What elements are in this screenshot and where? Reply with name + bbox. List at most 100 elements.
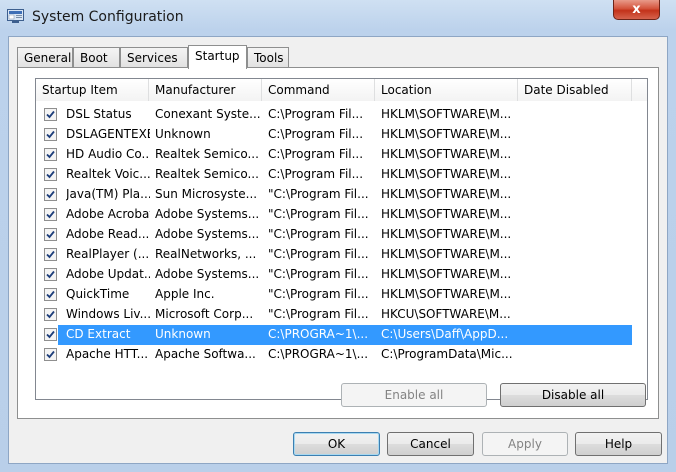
tab-general[interactable]: General bbox=[17, 47, 73, 67]
disable-all-button[interactable]: Disable all bbox=[500, 383, 646, 407]
cell-date-disabled bbox=[524, 127, 628, 145]
cell-command: "C:\Program Fil... bbox=[268, 307, 369, 321]
cell-command: "C:\Program Fil... bbox=[268, 207, 369, 221]
cell-date-disabled bbox=[524, 347, 628, 365]
checkmark-icon bbox=[46, 210, 55, 219]
close-icon: x bbox=[632, 2, 641, 17]
table-row[interactable]: DSLAGENTEXE Unknown C:\Program Fil... HKLM\… bbox=[36, 125, 647, 145]
cell-date-disabled bbox=[524, 267, 628, 285]
cell-manufacturer: Conexant Syste... bbox=[155, 107, 261, 121]
cell-manufacturer: Adobe Systems... bbox=[155, 267, 260, 281]
table-row[interactable]: QuickTime Apple Inc. "C:\Program Fil... HKL… bbox=[36, 285, 647, 305]
cell-manufacturer: Apache Softwa... bbox=[155, 347, 256, 361]
startup-item-checkbox[interactable] bbox=[44, 248, 57, 261]
column-header-manufacturer[interactable]: Manufacturer bbox=[149, 79, 262, 101]
cell-startup-item: Adobe Read... bbox=[66, 227, 150, 241]
cell-startup-item: Adobe Updat... bbox=[66, 267, 150, 281]
cell-startup-item: Java(TM) Pla... bbox=[66, 187, 150, 201]
cell-command: "C:\Program Fil... bbox=[268, 187, 369, 201]
table-row[interactable]: Adobe Acrobat Adobe Systems... "C:\Program… bbox=[36, 205, 647, 225]
table-row[interactable]: DSL Status Conexant Syste... C:\Program Fi… bbox=[36, 105, 647, 125]
cell-location: HKLM\SOFTWARE\M... bbox=[381, 147, 512, 161]
msconfig-icon bbox=[7, 9, 24, 23]
cell-manufacturer: Unknown bbox=[155, 127, 211, 141]
cell-startup-item: Windows Liv... bbox=[66, 307, 150, 321]
column-header-date-disabled[interactable]: Date Disabled bbox=[518, 79, 632, 101]
cell-date-disabled bbox=[524, 247, 628, 265]
startup-item-checkbox[interactable] bbox=[44, 108, 57, 121]
cell-manufacturer: RealNetworks, ... bbox=[155, 247, 257, 261]
cell-location: C:\Users\Daff\AppD... bbox=[381, 327, 509, 341]
close-button[interactable]: x bbox=[613, 0, 660, 20]
startup-item-checkbox[interactable] bbox=[44, 188, 57, 201]
tab-tools[interactable]: Tools bbox=[247, 47, 289, 67]
table-row[interactable]: HD Audio Co... Realtek Semico... C:\Progra… bbox=[36, 145, 647, 165]
cell-location: C:\ProgramData\Mic... bbox=[381, 347, 513, 361]
cell-command: C:\PROGRA~1\... bbox=[268, 327, 369, 341]
startup-item-checkbox[interactable] bbox=[44, 348, 57, 361]
startup-item-checkbox[interactable] bbox=[44, 148, 57, 161]
table-row[interactable]: Apache HTT... Apache Softwa... C:\PROGRA~1… bbox=[36, 345, 647, 365]
cell-date-disabled bbox=[524, 107, 628, 125]
table-row[interactable]: Adobe Updat... Adobe Systems... "C:\Progra… bbox=[36, 265, 647, 285]
checkmark-icon bbox=[46, 170, 55, 179]
cell-manufacturer: Realtek Semico... bbox=[155, 147, 259, 161]
cell-command: "C:\Program Fil... bbox=[268, 247, 369, 261]
cell-date-disabled bbox=[524, 227, 628, 245]
checkmark-icon bbox=[46, 350, 55, 359]
cell-command: "C:\Program Fil... bbox=[268, 287, 369, 301]
cell-date-disabled bbox=[524, 327, 628, 345]
table-row[interactable]: CD Extract Unknown C:\PROGRA~1\... C:\Users… bbox=[36, 325, 647, 345]
table-row[interactable]: Adobe Read... Adobe Systems... "C:\Program… bbox=[36, 225, 647, 245]
title-bar[interactable]: System Configuration x bbox=[0, 0, 676, 36]
cell-manufacturer: Unknown bbox=[155, 327, 211, 341]
startup-items-list[interactable]: Startup Item Manufacturer Command Locati… bbox=[35, 78, 648, 400]
cell-date-disabled bbox=[524, 307, 628, 325]
cell-location: HKLM\SOFTWARE\M... bbox=[381, 267, 512, 281]
column-header-filler bbox=[632, 79, 647, 101]
cell-manufacturer: Microsoft Corp... bbox=[155, 307, 254, 321]
startup-item-checkbox[interactable] bbox=[44, 168, 57, 181]
apply-button[interactable]: Apply bbox=[482, 432, 568, 456]
dialog-client-area: General Boot Services Startup Tools Star… bbox=[8, 36, 668, 464]
cell-manufacturer: Adobe Systems... bbox=[155, 227, 260, 241]
cell-date-disabled bbox=[524, 187, 628, 205]
cell-location: HKLM\SOFTWARE\M... bbox=[381, 127, 512, 141]
column-header-location[interactable]: Location bbox=[375, 79, 518, 101]
help-button[interactable]: Help bbox=[575, 432, 662, 456]
table-row[interactable]: Windows Liv... Microsoft Corp... "C:\Progr… bbox=[36, 305, 647, 325]
startup-item-checkbox[interactable] bbox=[44, 288, 57, 301]
checkmark-icon bbox=[46, 190, 55, 199]
cell-location: HKLM\SOFTWARE\M... bbox=[381, 227, 512, 241]
cancel-button[interactable]: Cancel bbox=[387, 432, 474, 456]
startup-item-checkbox[interactable] bbox=[44, 268, 57, 281]
cell-manufacturer: Sun Microsyste... bbox=[155, 187, 258, 201]
cell-startup-item: DSLAGENTEXE bbox=[66, 127, 150, 141]
system-configuration-window: System Configuration x General Boot Serv… bbox=[0, 0, 676, 472]
cell-startup-item: Realtek Voic... bbox=[66, 167, 150, 181]
cell-location: HKLM\SOFTWARE\M... bbox=[381, 187, 512, 201]
tab-startup[interactable]: Startup bbox=[188, 45, 247, 69]
cell-date-disabled bbox=[524, 287, 628, 305]
cell-location: HKLM\SOFTWARE\M... bbox=[381, 287, 512, 301]
checkmark-icon bbox=[46, 130, 55, 139]
enable-all-button[interactable]: Enable all bbox=[341, 383, 487, 407]
table-row[interactable]: Realtek Voic... Realtek Semico... C:\Progr… bbox=[36, 165, 647, 185]
startup-item-checkbox[interactable] bbox=[44, 228, 57, 241]
startup-item-checkbox[interactable] bbox=[44, 328, 57, 341]
cell-startup-item: Apache HTT... bbox=[66, 347, 149, 361]
column-header-startup-item[interactable]: Startup Item bbox=[36, 79, 149, 101]
tab-boot[interactable]: Boot bbox=[73, 47, 120, 67]
cell-command: C:\PROGRA~1\... bbox=[268, 347, 369, 361]
startup-item-checkbox[interactable] bbox=[44, 128, 57, 141]
ok-button[interactable]: OK bbox=[293, 432, 380, 456]
tab-services[interactable]: Services bbox=[120, 47, 188, 67]
cell-startup-item: RealPlayer (... bbox=[66, 247, 150, 261]
cell-location: HKLM\SOFTWARE\M... bbox=[381, 167, 512, 181]
column-header-command[interactable]: Command bbox=[262, 79, 375, 101]
table-row[interactable]: RealPlayer (... RealNetworks, ... "C:\Prog… bbox=[36, 245, 647, 265]
table-row[interactable]: Java(TM) Pla... Sun Microsyste... "C:\Prog… bbox=[36, 185, 647, 205]
startup-item-checkbox[interactable] bbox=[44, 308, 57, 321]
startup-item-checkbox[interactable] bbox=[44, 208, 57, 221]
cell-command: C:\Program Fil... bbox=[268, 127, 364, 141]
